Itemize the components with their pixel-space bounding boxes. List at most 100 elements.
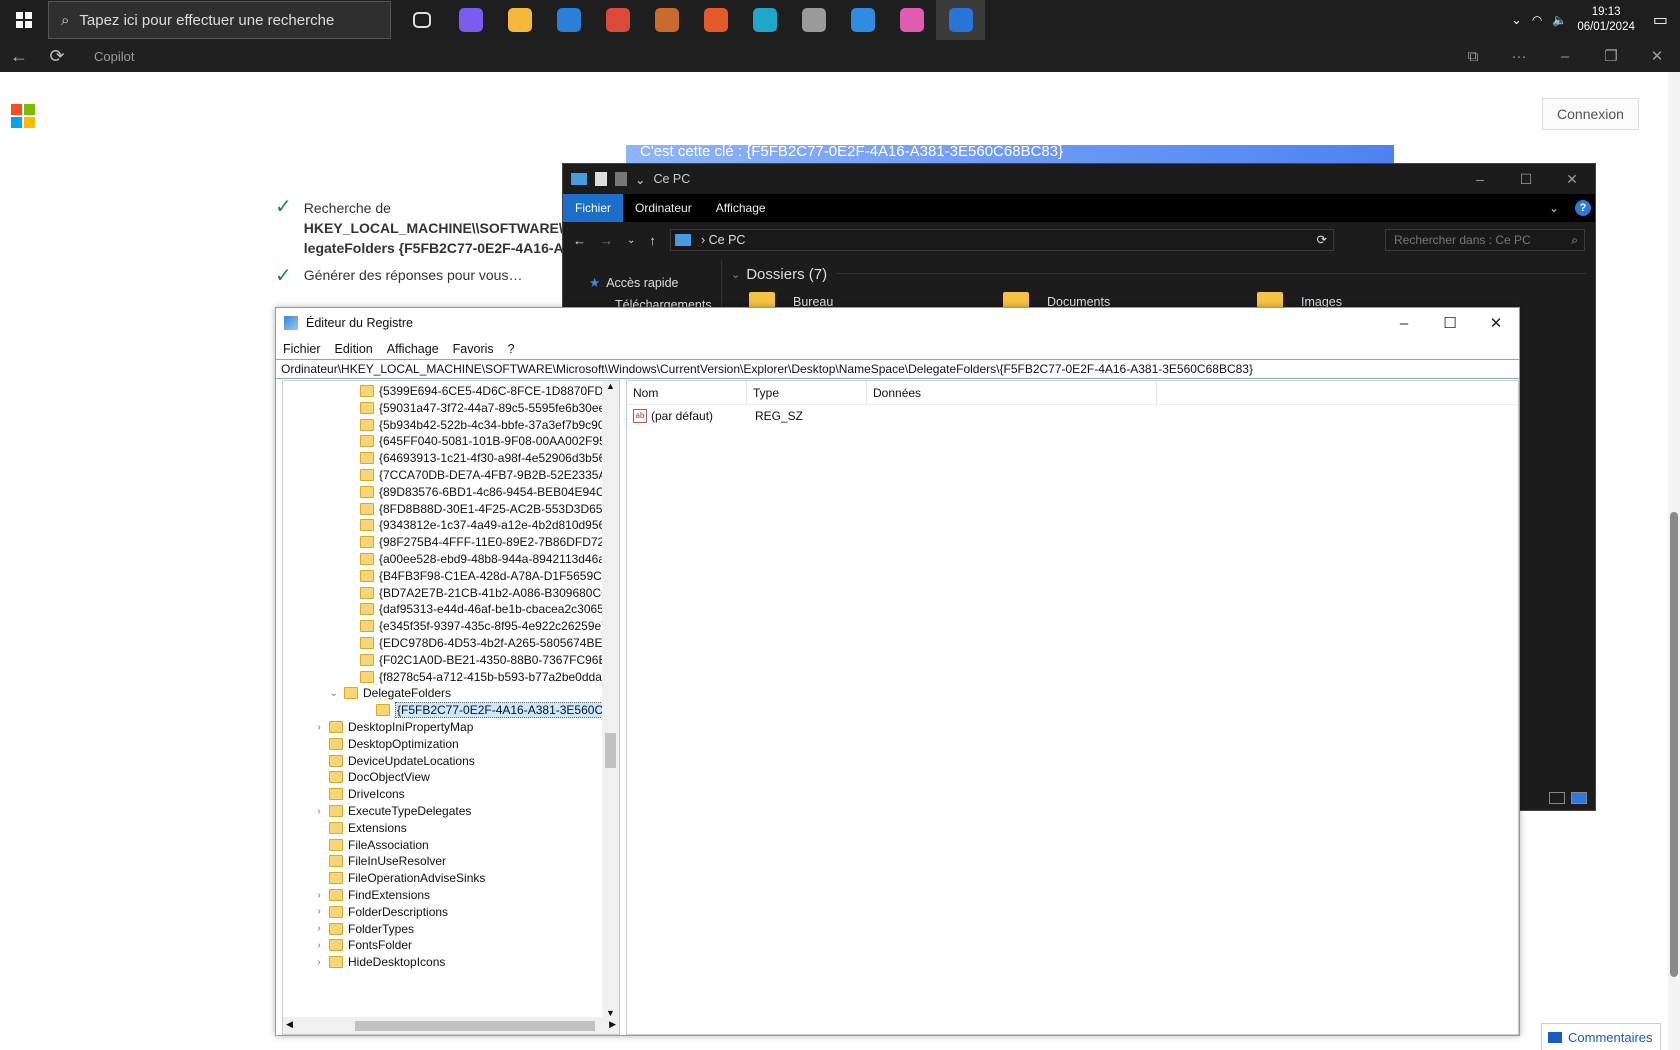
paint-icon[interactable] — [593, 0, 642, 40]
tree-node-sibling[interactable]: FileOperationAdviseSinks — [314, 869, 485, 887]
regedit-titlebar[interactable]: Éditeur du Registre – ☐ ✕ — [276, 308, 1519, 338]
menu-fichier[interactable]: Fichier — [276, 342, 328, 356]
wifi-icon[interactable]: ◠ — [1532, 13, 1542, 27]
tree-vertical-scrollbar[interactable]: ▲ ▼ — [602, 381, 619, 1018]
apple-icon[interactable] — [789, 0, 838, 40]
tree-node-sibling[interactable]: › DesktopIniPropertyMap — [314, 718, 473, 736]
scroll-up-icon[interactable]: ▲ — [606, 381, 615, 391]
restore-icon[interactable]: ❐ — [1588, 47, 1634, 65]
page-scrollbar[interactable] — [1668, 72, 1680, 1050]
registry-tree[interactable]: {5399E694-6CE5-4D6C-8FCE-1D8870FDCBA0} {5… — [282, 380, 620, 1035]
registry-values-list[interactable]: Nom Type Données ab (par défaut) REG_SZ — [626, 380, 1519, 1035]
menu-favoris[interactable]: Favoris — [446, 342, 501, 356]
tree-node-sibling[interactable]: Extensions — [314, 819, 407, 837]
maximize-icon[interactable]: ☐ — [1503, 164, 1549, 194]
clock[interactable]: 19:13 06/01/2024 — [1577, 5, 1635, 35]
feedback-button[interactable]: Commentaires — [1541, 1023, 1661, 1050]
tab-affichage[interactable]: Affichage — [704, 194, 778, 222]
tree-node-guid[interactable]: {BD7A2E7B-21CB-41b2-A086-B309680C6B7E} — [345, 584, 619, 602]
collapse-chevron-icon[interactable]: ⌄ — [329, 688, 339, 699]
tree-node-sibling[interactable]: › HideDesktopIcons — [314, 953, 445, 971]
scroll-thumb[interactable] — [355, 1021, 595, 1031]
chevron-up-icon[interactable]: ⌄ — [1511, 12, 1522, 28]
menu-help[interactable]: ? — [501, 342, 522, 356]
notification-icon[interactable]: ▭ — [1653, 10, 1668, 30]
explorer-titlebar[interactable]: ⌄ Ce PC – ☐ ✕ — [563, 164, 1595, 194]
minimize-icon[interactable]: – — [1542, 48, 1588, 65]
more-options-icon[interactable]: ··· — [1496, 48, 1542, 65]
tree-node-sibling[interactable]: DesktopOptimization — [314, 735, 459, 753]
details-view-icon[interactable] — [1549, 792, 1565, 804]
tree-node-sibling[interactable]: FileAssociation — [314, 836, 429, 854]
scroll-thumb[interactable] — [1670, 512, 1678, 977]
tree-horizontal-scrollbar[interactable]: ◀ ▶ — [283, 1017, 619, 1034]
folders-section-header[interactable]: ⌄ Dossiers (7) — [731, 260, 1591, 288]
tree-node-guid[interactable]: {a00ee528-ebd9-48b8-944a-8942113d46ac} — [345, 550, 615, 568]
column-header-type[interactable]: Type — [747, 380, 867, 405]
volume-icon[interactable]: 🔈 — [1552, 13, 1567, 27]
file-explorer-icon[interactable] — [495, 0, 544, 40]
chevron-down-icon[interactable]: ⌄ — [635, 172, 645, 187]
expand-chevron-icon[interactable]: › — [314, 806, 324, 817]
minimize-icon[interactable]: – — [1381, 308, 1427, 338]
store-icon[interactable] — [544, 0, 593, 40]
edge-icon[interactable] — [740, 0, 789, 40]
forward-arrow-icon[interactable]: → — [600, 233, 613, 248]
expand-chevron-icon[interactable]: › — [314, 923, 324, 934]
tree-node-guid[interactable]: {5399E694-6CE5-4D6C-8FCE-1D8870FDCBA0} — [345, 382, 619, 400]
photos-icon[interactable] — [838, 0, 887, 40]
tree-node-guid[interactable]: {F02C1A0D-BE21-4350-88B0-7367FC96EF3C} — [345, 651, 619, 669]
start-button[interactable] — [0, 0, 48, 40]
close-icon[interactable]: ✕ — [1634, 47, 1680, 65]
recent-chevron-icon[interactable]: ⌄ — [627, 235, 635, 246]
tree-node-sibling[interactable]: DeviceUpdateLocations — [314, 752, 475, 770]
tree-node-guid[interactable]: {f8278c54-a712-415b-b593-b77a2be0dda9} — [345, 668, 613, 686]
registry-editor-window[interactable]: Éditeur du Registre – ☐ ✕ Fichier Editio… — [275, 307, 1520, 1036]
tree-node-guid[interactable]: {8FD8B88D-30E1-4F25-AC2B-553D3D65F0EA} — [345, 500, 619, 518]
close-icon[interactable]: ✕ — [1549, 164, 1595, 194]
new-folder-icon[interactable] — [615, 172, 627, 186]
tree-node-guid[interactable]: {EDC978D6-4D53-4b2f-A265-5805674BE568} — [345, 634, 619, 652]
app-window-icon[interactable]: ⧉ — [1450, 48, 1496, 65]
explorer-address-bar[interactable]: › Ce PC ⟳ — [670, 229, 1334, 251]
tree-node-sibling[interactable]: › FolderDescriptions — [314, 903, 448, 921]
tab-ordinateur[interactable]: Ordinateur — [623, 194, 704, 222]
copilot-app-icon[interactable] — [446, 0, 495, 40]
explorer-search-input[interactable]: Rechercher dans : Ce PC ⌕ — [1385, 229, 1585, 251]
tree-node-guid[interactable]: {9343812e-1c37-4a49-a12e-4b2d810d956b} — [345, 516, 616, 534]
back-arrow-icon[interactable]: ← — [0, 40, 38, 72]
tree-node-selected-key[interactable]: {F5FB2C77-0E2F-4A16-A381-3E560C68BC83} — [361, 701, 619, 719]
chevron-down-icon[interactable]: ⌄ — [1537, 194, 1571, 222]
tab-fichier[interactable]: Fichier — [563, 194, 624, 222]
menu-affichage[interactable]: Affichage — [380, 342, 446, 356]
copilot-alt-icon[interactable] — [887, 0, 936, 40]
tree-node-guid[interactable]: {daf95313-e44d-46af-be1b-cbacea2c3065} — [345, 600, 608, 618]
expand-chevron-icon[interactable]: › — [314, 940, 324, 951]
tree-node-guid[interactable]: {64693913-1c21-4f30-a98f-4e52906d3b56} — [345, 449, 609, 467]
close-icon[interactable]: ✕ — [1473, 308, 1519, 338]
tree-node-sibling[interactable]: › FolderTypes — [314, 920, 414, 938]
help-icon[interactable]: ? — [1575, 200, 1591, 216]
refresh-icon[interactable]: ⟳ — [1317, 230, 1327, 250]
value-row[interactable]: ab (par défaut) REG_SZ — [627, 405, 1518, 427]
connexion-button[interactable]: Connexion — [1542, 98, 1639, 130]
tree-node-sibling[interactable]: › FontsFolder — [314, 936, 412, 954]
tree-node-guid[interactable]: {e345f35f-9397-435c-8f95-4e922c26259e} — [345, 617, 605, 635]
tree-node-guid[interactable]: {98F275B4-4FFF-11E0-89E2-7B86DFD72085} — [345, 533, 619, 551]
nav-item-quick-access[interactable]: ★ Accès rapide — [563, 272, 721, 294]
tree-node-guid[interactable]: {5b934b42-522b-4c34-bbfe-37a3ef7b9c90} — [345, 416, 609, 434]
tree-node-sibling[interactable]: › ExecuteTypeDelegates — [314, 802, 471, 820]
tree-node-guid[interactable]: {7CCA70DB-DE7A-4FB7-9B2B-52E2335A3B5A} — [345, 466, 619, 484]
tree-node-guid[interactable]: {59031a47-3f72-44a7-89c5-5595fe6b30ee} — [345, 399, 609, 417]
tree-node-sibling[interactable]: DocObjectView — [314, 768, 430, 786]
media-app-icon[interactable] — [642, 0, 691, 40]
scroll-left-icon[interactable]: ◀ — [286, 1019, 293, 1030]
tree-node-guid[interactable]: {89D83576-6BD1-4c86-9454-BEB04E94C819} — [345, 483, 619, 501]
scroll-thumb[interactable] — [605, 733, 616, 768]
tree-node-delegatefolders[interactable]: ⌄ DelegateFolders — [329, 684, 451, 702]
expand-chevron-icon[interactable]: › — [314, 722, 324, 733]
column-header-nom[interactable]: Nom — [627, 380, 747, 405]
menu-edition[interactable]: Edition — [328, 342, 380, 356]
tree-node-sibling[interactable]: › FindExtensions — [314, 886, 430, 904]
tree-node-guid[interactable]: {B4FB3F98-C1EA-428d-A78A-D1F5659CBA93} — [345, 567, 619, 585]
